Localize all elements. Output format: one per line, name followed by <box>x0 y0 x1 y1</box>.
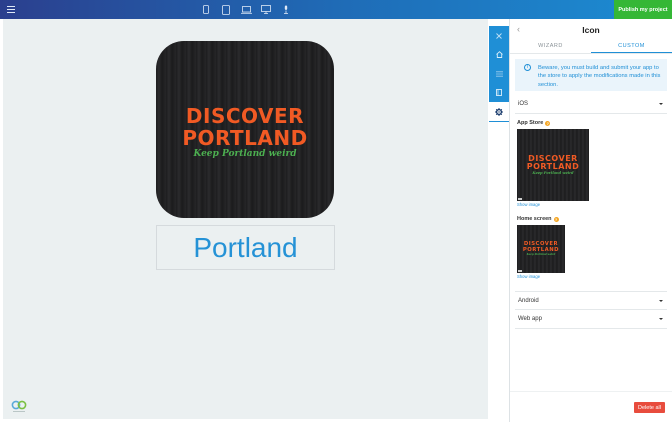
laptop-icon[interactable] <box>236 0 256 19</box>
app-store-label: App Store <box>517 120 544 126</box>
tablet-icon[interactable] <box>216 0 236 19</box>
desktop-icon[interactable] <box>256 0 276 19</box>
list-icon[interactable] <box>489 64 509 83</box>
divider <box>510 391 672 392</box>
show-image-link[interactable]: Show image <box>517 202 672 207</box>
goodbarber-logo-icon <box>11 399 27 413</box>
help-icon[interactable]: ? <box>545 120 551 126</box>
device-switcher <box>196 0 296 19</box>
app-name: Portland <box>193 231 298 263</box>
home-screen-label: Home screen <box>517 216 552 222</box>
app-icon-preview[interactable]: DISCOVER PORTLAND Keep Portland weird <box>156 41 334 218</box>
show-image-link[interactable]: Show image <box>517 274 672 279</box>
panel-title: Icon <box>582 24 600 35</box>
icon-settings-panel: ‹ Icon WIZARD CUSTOM i Beware, you must … <box>509 19 672 422</box>
back-chevron-icon[interactable]: ‹ <box>517 24 520 34</box>
microphone-icon[interactable] <box>276 0 296 19</box>
warning-banner: i Beware, you must build and submit your… <box>515 59 667 91</box>
android-label: Android <box>518 297 539 304</box>
ios-dropdown[interactable]: iOS <box>515 95 667 114</box>
warning-text: Beware, you must build and submit your a… <box>538 65 661 88</box>
info-icon: i <box>524 64 531 71</box>
thumb-tagline: Keep Portland weird <box>532 171 574 175</box>
icon-line1: DISCOVER <box>185 104 305 128</box>
app-store-section-label: App Store ? <box>517 120 672 126</box>
webapp-dropdown[interactable]: Web app <box>515 310 667 329</box>
delete-all-button[interactable]: Delete all <box>634 402 665 413</box>
home-screen-section-label: Home screen ? <box>517 216 672 222</box>
book-icon[interactable] <box>489 83 509 102</box>
tab-custom[interactable]: CUSTOM <box>591 40 672 53</box>
icon-tagline: Keep Portland weird <box>193 149 297 159</box>
home-screen-icon-thumbnail[interactable]: DISCOVER PORTLAND Keep Portland weird <box>517 225 565 273</box>
publish-button[interactable]: Publish my project <box>614 0 672 19</box>
thumb-tagline: Keep Portland weird <box>526 252 556 256</box>
android-dropdown[interactable]: Android <box>515 291 667 310</box>
tab-wizard[interactable]: WIZARD <box>510 40 591 53</box>
panel-tabs: WIZARD CUSTOM <box>510 40 672 54</box>
image-badge-icon <box>518 269 522 272</box>
thumb-line2: PORTLAND <box>526 162 580 171</box>
icon-line2: PORTLAND <box>182 126 308 150</box>
side-rail <box>489 26 509 122</box>
image-badge-icon <box>518 197 522 200</box>
top-bar: Publish my project <box>0 0 672 19</box>
help-icon[interactable]: ? <box>553 216 559 222</box>
ios-label: iOS <box>518 101 529 107</box>
webapp-label: Web app <box>518 316 542 322</box>
app-store-icon-thumbnail[interactable]: DISCOVER PORTLAND Keep Portland weird <box>517 129 589 201</box>
chevron-down-icon <box>659 103 663 105</box>
chevron-down-icon <box>659 299 663 302</box>
menu-icon[interactable] <box>7 6 15 13</box>
gear-icon[interactable] <box>489 102 509 121</box>
app-name-field[interactable]: Portland <box>156 225 335 270</box>
smartphone-icon[interactable] <box>196 0 216 19</box>
close-icon[interactable] <box>489 26 509 45</box>
chevron-down-icon <box>659 318 663 320</box>
home-icon[interactable] <box>489 45 509 64</box>
panel-header: ‹ Icon <box>510 19 672 40</box>
preview-canvas: DISCOVER PORTLAND Keep Portland weird Po… <box>3 19 488 419</box>
